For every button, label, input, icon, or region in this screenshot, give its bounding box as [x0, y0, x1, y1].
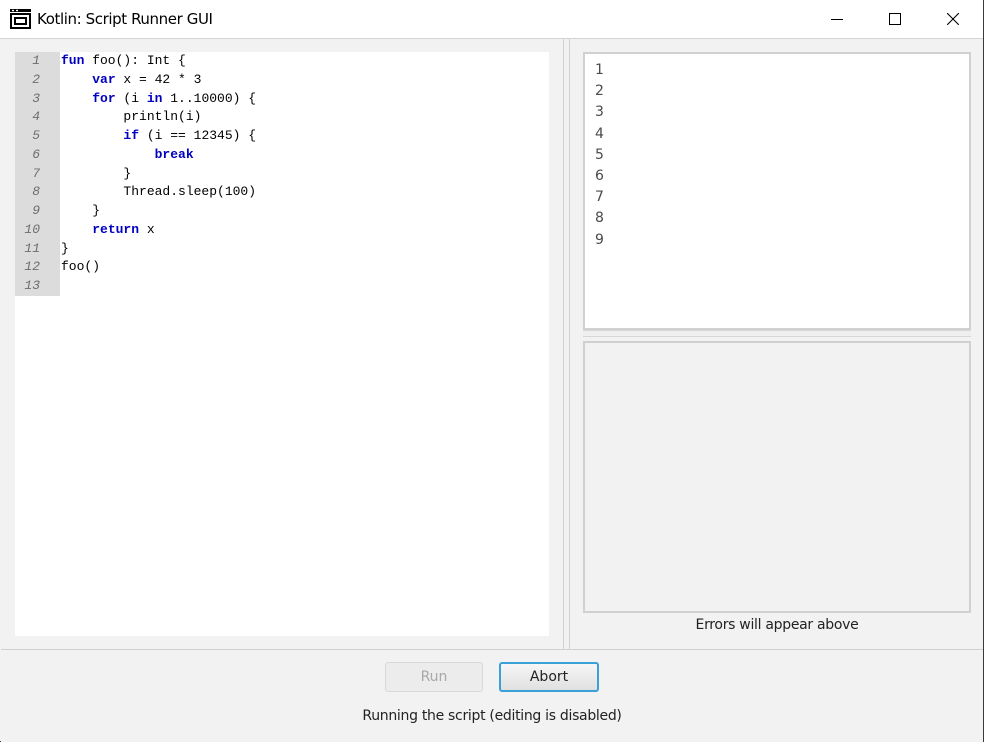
- line-number: 9: [32, 203, 40, 218]
- code-token: 1..10000) {: [162, 90, 257, 106]
- title-bar[interactable]: Kotlin: Script Runner GUI: [0, 0, 983, 39]
- code-line: }: [61, 165, 256, 184]
- errors-area[interactable]: [583, 341, 971, 613]
- output-line: 1: [595, 62, 604, 78]
- code-token: Thread.sleep(100): [61, 184, 257, 200]
- code-editor[interactable]: 1 2 3 4 5 6 7 8 9 10 11 12 13 fun foo(): Int { var x…: [15, 52, 549, 636]
- output-line: 9: [595, 231, 604, 248]
- line-number: 12: [24, 259, 40, 275]
- keyword-token: fun: [61, 53, 85, 68]
- output-line: 8: [595, 210, 604, 227]
- editor-pane: 1 2 3 4 5 6 7 8 9 10 11 12 13 fun foo(): Int { var x…: [1, 39, 563, 649]
- maximize-icon: [889, 13, 901, 25]
- code-token: foo(): Int {: [84, 53, 186, 68]
- close-button[interactable]: [924, 0, 982, 38]
- output-pane: 1 2 3 4 5 6 7 8 9 Errors will appear above: [570, 39, 983, 649]
- code-line: fun foo(): Int {: [61, 52, 256, 71]
- keyword-token: in: [146, 90, 163, 106]
- code-line: break: [61, 146, 256, 165]
- status-label: Running the script (editing is disabled): [362, 708, 622, 724]
- code-line: var x = 42 * 3: [61, 71, 256, 90]
- maximize-button[interactable]: [866, 0, 924, 38]
- output-lines: 1 2 3 4 5 6 7 8 9: [595, 60, 604, 251]
- line-number: 7: [32, 165, 40, 181]
- code-token: }: [61, 165, 132, 181]
- keyword-token: if: [123, 128, 140, 143]
- code-token: (i == 12345) {: [139, 128, 257, 143]
- output-area[interactable]: 1 2 3 4 5 6 7 8 9: [583, 52, 971, 330]
- minimize-icon: [831, 19, 843, 20]
- close-icon: [947, 13, 959, 25]
- output-line: 5: [595, 146, 604, 163]
- line-number: 6: [32, 146, 40, 162]
- minimize-button[interactable]: [808, 0, 866, 38]
- code-token: }: [61, 240, 69, 256]
- line-number: 11: [24, 240, 40, 256]
- code-lines: fun foo(): Int { var x = 42 * 3 for (i i…: [61, 52, 256, 296]
- line-number: 3: [32, 90, 40, 106]
- code-token: }: [61, 203, 101, 218]
- code-line: if (i == 12345) {: [61, 127, 256, 146]
- line-number: 13: [24, 278, 40, 293]
- split-content: 1 2 3 4 5 6 7 8 9 10 11 12 13 fun foo(): Int { var x…: [1, 39, 983, 649]
- code-line: println(i): [61, 108, 256, 127]
- run-button[interactable]: Run: [385, 662, 483, 692]
- keyword-token: break: [154, 146, 194, 162]
- code-token: x: [139, 221, 155, 237]
- line-number: 4: [32, 109, 40, 125]
- errors-hint-label: Errors will appear above: [695, 617, 859, 633]
- abort-button[interactable]: Abort: [499, 662, 599, 692]
- code-line: for (i in 1..10000) {: [61, 90, 256, 109]
- code-line: foo(): [61, 258, 256, 277]
- code-line: }: [61, 240, 256, 259]
- line-number: 10: [24, 221, 40, 237]
- line-number: 5: [32, 128, 40, 143]
- app-window: Kotlin: Script Runner GUI 1 2 3 4 5 6 7 8 9 10 11 1…: [0, 0, 984, 742]
- horizontal-split-divider[interactable]: [583, 330, 971, 337]
- code-token: println(i): [61, 109, 202, 125]
- output-line: 3: [595, 104, 604, 121]
- app-logo-icon: [10, 9, 31, 29]
- line-number-gutter: 1 2 3 4 5 6 7 8 9 10 11 12 13: [15, 52, 60, 296]
- keyword-token: var: [92, 71, 116, 87]
- keyword-token: return: [92, 221, 140, 237]
- code-line: return x: [61, 221, 256, 240]
- code-line: }: [61, 202, 256, 221]
- code-token: x = 42 * 3: [115, 71, 202, 87]
- output-line: 2: [595, 83, 604, 100]
- line-number: 2: [32, 71, 40, 87]
- keyword-token: for: [92, 90, 116, 106]
- vertical-split-divider[interactable]: [563, 39, 570, 649]
- line-number: 1: [32, 53, 40, 68]
- code-token: foo(): [61, 259, 101, 275]
- output-line: 6: [595, 167, 604, 184]
- output-line: 4: [595, 125, 604, 142]
- code-line: Thread.sleep(100): [61, 183, 256, 202]
- control-bar: Run Abort Running the script (editing is…: [1, 649, 983, 742]
- code-token: (i: [115, 90, 147, 106]
- line-number: 8: [32, 184, 40, 200]
- window-title: Kotlin: Script Runner GUI: [37, 10, 213, 28]
- output-line: 7: [595, 189, 604, 206]
